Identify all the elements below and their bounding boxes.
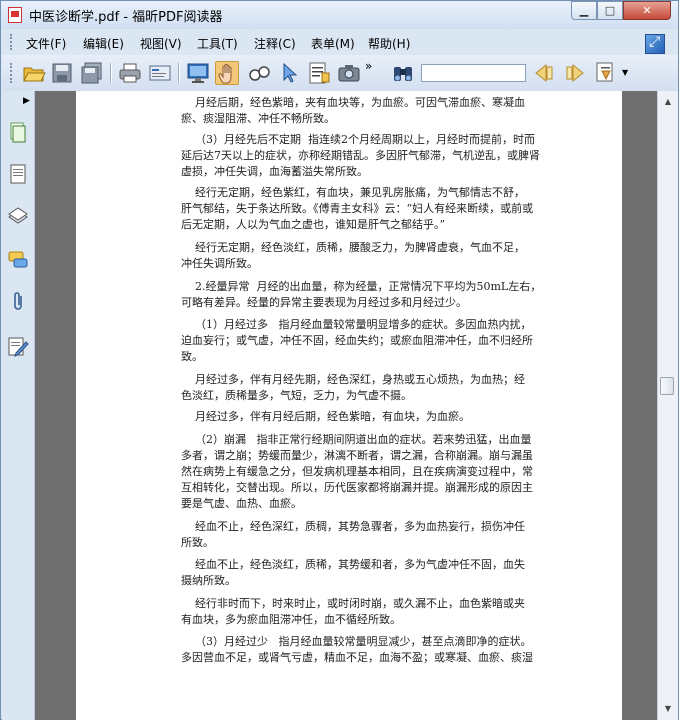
menu-view[interactable]: 视图(V) (140, 35, 182, 52)
scroll-up-arrow-icon[interactable]: ▲ (658, 93, 678, 110)
signature-edit-icon[interactable] (7, 335, 29, 357)
navigation-sidebar (2, 91, 35, 720)
save-icon[interactable] (50, 61, 74, 85)
properties-icon[interactable] (148, 61, 172, 85)
menu-form[interactable]: 表单(M) (311, 35, 355, 52)
pdf-page: 月经后期，经色紫暗，夹有血块等，为血瘀。可因气滞血瘀、寒凝血 瘀、痰湿阻滞、冲任… (76, 91, 622, 720)
layers-icon[interactable] (7, 205, 29, 227)
close-button[interactable]: ✕ (623, 1, 671, 20)
toolbar-separator (178, 63, 180, 83)
paragraph: （2）崩漏 指非正常行经期间阴道出血的症状。若来势迅猛，出血量 多者，谓之崩；势… (181, 433, 533, 510)
text-select-icon[interactable] (307, 61, 331, 85)
menu-comment[interactable]: 注释(C) (254, 35, 296, 52)
paragraph: 经血不止，经色深红，质稠，其势急骤者，多为血热妄行，损伤冲任 所致。 (181, 520, 525, 549)
menu-grip-handle[interactable] (10, 34, 15, 50)
menu-tools[interactable]: 工具(T) (197, 35, 238, 52)
dropdown-arrow-icon[interactable]: ▼ (622, 68, 628, 77)
paragraph: 月经过多，伴有月经先期，经色深红，身热或五心烦热，为血热；经 色淡红，质稀量多，… (181, 373, 525, 402)
pages-panel-icon[interactable] (7, 121, 29, 143)
window-title: 中医诊断学.pdf - 福昕PDF阅读器 (29, 10, 223, 25)
paragraph: 2.经量异常 月经的出血量，称为经量，正常情况下平均为50mL左右， 可略有差异… (181, 280, 542, 309)
pdf-app-icon (8, 7, 22, 23)
paragraph: 经行非时而下，时来时止，或时闭时崩，或久漏不止，血色紫暗或夹 有血块，多为瘀血阻… (181, 597, 525, 626)
select-arrow-icon[interactable] (277, 61, 301, 85)
find-previous-icon[interactable] (532, 61, 556, 85)
paragraph: 经血不止，经色淡红，质稀，其势缓和者，多为气虚冲任不固，血失 摄纳所致。 (181, 558, 525, 587)
document-view[interactable]: 月经后期，经色紫暗，夹有血块等，为血瘀。可因气滞血瘀、寒凝血 瘀、痰湿阻滞、冲任… (35, 91, 657, 720)
attachments-icon[interactable] (7, 291, 29, 313)
fullscreen-icon[interactable] (645, 34, 665, 54)
title-bar[interactable]: 中医诊断学.pdf - 福昕PDF阅读器 ▁ □ ✕ (1, 1, 678, 29)
toolbar-grip-handle[interactable] (10, 63, 12, 83)
search-options-icon[interactable] (594, 61, 618, 85)
paragraph: 月经后期，经色紫暗，夹有血块等，为血瘀。可因气滞血瘀、寒凝血 瘀、痰湿阻滞、冲任… (181, 96, 525, 125)
main-toolbar: » ▼ (2, 55, 678, 92)
menu-edit[interactable]: 编辑(E) (83, 35, 124, 52)
minimize-button[interactable]: ▁ (571, 1, 597, 20)
paragraph: （3）月经过少 指月经血量较常量明显减少，甚至点滴即净的症状。 多因营血不足，或… (181, 635, 533, 664)
sidebar-collapse-arrow-icon[interactable]: ▶ (23, 96, 30, 106)
app-window: 中医诊断学.pdf - 福昕PDF阅读器 ▁ □ ✕ 文件(F) 编辑(E) 视… (0, 0, 679, 720)
camera-icon[interactable] (337, 61, 361, 85)
maximize-button[interactable]: □ (597, 1, 623, 20)
menu-help[interactable]: 帮助(H) (368, 35, 410, 52)
paragraph: （1）月经过多 指月经血量较常量明显增多的症状。多因血热内扰， 迫血妄行；或气虚… (181, 318, 533, 363)
toolbar-separator (110, 63, 112, 83)
search-input[interactable] (421, 64, 526, 82)
paragraph: 月经过多，伴有月经后期，经色紫暗，有血块，为血瘀。 (181, 410, 470, 423)
scroll-down-arrow-icon[interactable]: ▼ (658, 700, 678, 717)
toolbar-more-chevron-icon[interactable]: » (365, 59, 372, 73)
find-binoculars-icon[interactable] (391, 61, 415, 85)
menu-bar: 文件(F) 编辑(E) 视图(V) 工具(T) 注释(C) 表单(M) 帮助(H… (2, 29, 678, 55)
vertical-scrollbar[interactable]: ▲ ▼ (657, 91, 678, 720)
paragraph: （3）月经先后不定期 指连续2个月经周期以上，月经时而提前，时而 延后达7天以上… (181, 133, 540, 178)
page-thumbnail-icon[interactable] (7, 163, 29, 185)
monitor-icon[interactable] (186, 61, 210, 85)
paragraph: 经行无定期，经色紫红，有血块，兼见乳房胀痛，为气郁情志不舒， 肝气郁结，失于条达… (181, 186, 534, 231)
print-icon[interactable] (118, 61, 142, 85)
save-as-icon[interactable] (80, 61, 104, 85)
snapshot-glasses-icon[interactable] (247, 61, 271, 85)
find-next-icon[interactable] (563, 61, 587, 85)
menu-file[interactable]: 文件(F) (26, 35, 66, 52)
hand-tool-icon[interactable] (215, 61, 239, 85)
open-folder-icon[interactable] (22, 61, 46, 85)
scrollbar-thumb[interactable] (660, 377, 674, 395)
comments-panel-icon[interactable] (7, 249, 29, 271)
paragraph: 经行无定期，经色淡红，质稀，腰酸乏力，为脾肾虚衰，气血不足， 冲任失调所致。 (181, 241, 525, 270)
